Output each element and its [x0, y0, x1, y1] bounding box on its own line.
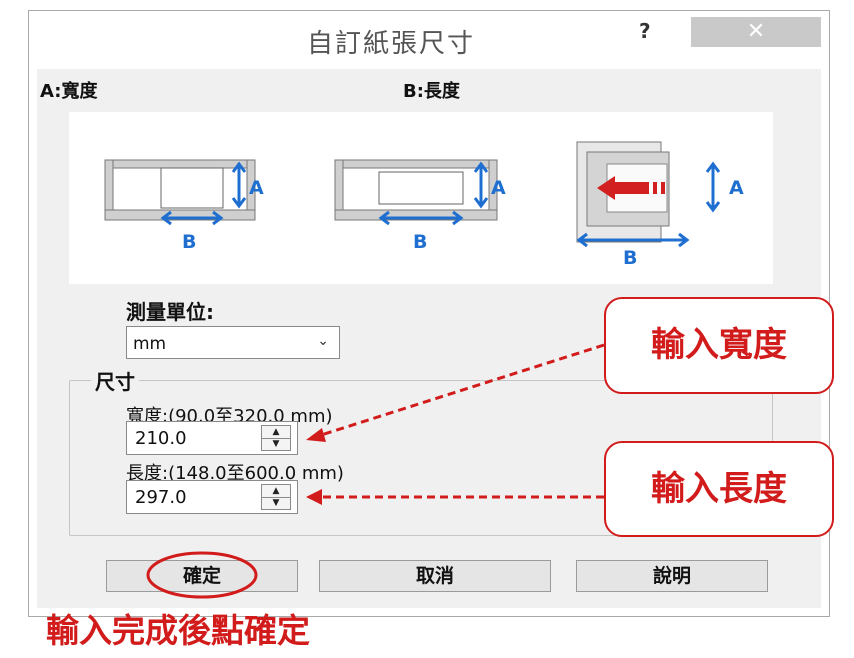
annotation-overlay [146, 343, 605, 599]
width-pointer-arrow [317, 343, 605, 438]
ok-highlight-ellipse [146, 551, 258, 599]
confirm-instruction-note: 輸入完成後點確定 [46, 611, 310, 650]
